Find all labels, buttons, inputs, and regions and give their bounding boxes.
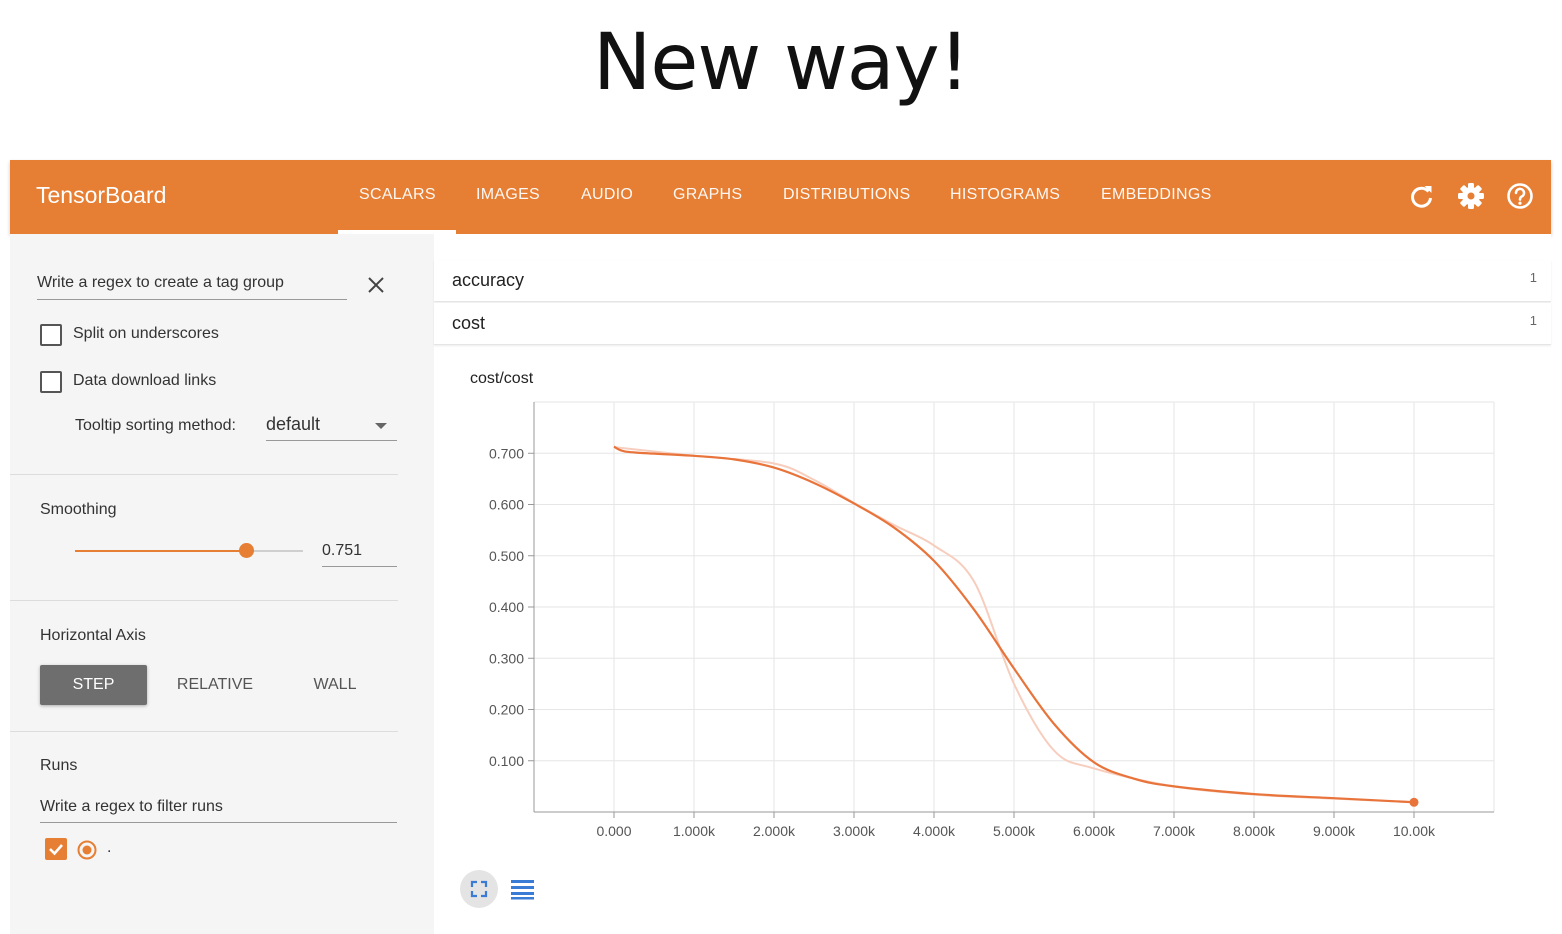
tab-embeddings[interactable]: EMBEDDINGS — [1101, 186, 1212, 204]
divider — [10, 474, 398, 475]
help-circle-icon[interactable] — [1504, 180, 1536, 212]
divider — [10, 731, 398, 732]
run-name: . — [107, 839, 112, 856]
smoothing-slider-fill — [75, 550, 247, 552]
fullscreen-icon — [470, 880, 488, 898]
run-checkbox[interactable] — [45, 838, 67, 860]
smoothing-slider-track[interactable] — [75, 543, 303, 558]
tab-distributions[interactable]: DISTRIBUTIONS — [783, 186, 910, 204]
split-underscores-label: Split on underscores — [73, 325, 219, 342]
close-icon[interactable] — [366, 275, 386, 295]
tag-count: 1 — [1529, 313, 1537, 328]
x-tick-label: 3.000k — [833, 823, 876, 839]
tag-name: accuracy — [452, 270, 525, 290]
x-tick-label: 4.000k — [913, 823, 956, 839]
settings-gear-icon[interactable] — [1455, 180, 1487, 212]
download-links-checkbox[interactable] — [40, 371, 62, 393]
tab-graphs[interactable]: GRAPHS — [673, 186, 742, 204]
download-links-label: Data download links — [73, 372, 217, 389]
tab-images[interactable]: IMAGES — [476, 186, 540, 204]
tag-group-input-underline — [37, 299, 347, 300]
x-tick-label: 1.000k — [673, 823, 716, 839]
tooltip-sorting-label: Tooltip sorting method: — [75, 417, 236, 434]
main-panel: accuracy 1 cost 1 cost/cost 0.000 1.000k 2… — [434, 234, 1551, 934]
y-tick-label: 0.300 — [489, 650, 524, 666]
x-tick-label: 5.000k — [993, 823, 1036, 839]
y-tick-label: 0.700 — [489, 445, 524, 461]
axis-step-button[interactable]: STEP — [40, 665, 147, 705]
brand-title: TensorBoard — [36, 182, 167, 208]
y-tick-label: 0.400 — [489, 599, 524, 615]
tab-histograms[interactable]: HISTOGRAMS — [950, 186, 1060, 204]
data-table-icon[interactable] — [510, 877, 536, 901]
x-tick-label: 10.00k — [1393, 823, 1436, 839]
tooltip-select-underline — [266, 440, 397, 441]
smoothing-value-input[interactable]: 0.751 — [322, 542, 362, 560]
y-tick-label: 0.200 — [489, 702, 524, 718]
refresh-icon[interactable] — [1406, 180, 1438, 212]
divider — [10, 600, 398, 601]
cost-chart[interactable]: 0.000 1.000k 2.000k 3.000k 4.000k 5.000k 6.000… — [434, 384, 1551, 864]
smoothing-input-underline — [322, 566, 397, 567]
chevron-down-icon — [375, 423, 387, 429]
expand-chart-button[interactable] — [460, 870, 498, 908]
sidebar: Write a regex to create a tag group Spli… — [10, 234, 434, 934]
tab-scalars[interactable]: SCALARS — [359, 186, 436, 204]
runs-label: Runs — [40, 757, 78, 774]
tag-count: 1 — [1529, 270, 1537, 285]
axis-relative-button[interactable]: RELATIVE — [160, 665, 270, 705]
horizontal-axis-label: Horizontal Axis — [40, 627, 146, 644]
y-tick-label: 0.600 — [489, 497, 524, 513]
runs-filter-input[interactable]: Write a regex to filter runs — [40, 798, 223, 816]
tag-group-input[interactable]: Write a regex to create a tag group — [37, 274, 284, 292]
smoothing-label: Smoothing — [40, 501, 117, 518]
smoothing-slider-knob[interactable] — [239, 543, 255, 558]
check-icon — [49, 844, 63, 856]
top-toolbar: TensorBoard SCALARS IMAGES AUDIO GRAPHS … — [10, 160, 1551, 234]
tag-name: cost — [452, 313, 486, 333]
run-radio-icon[interactable] — [76, 839, 98, 861]
tab-audio[interactable]: AUDIO — [581, 186, 633, 204]
x-tick-label: 2.000k — [753, 823, 796, 839]
slide-title: New way! — [593, 18, 970, 108]
tag-row-cost[interactable]: cost 1 — [434, 303, 1551, 345]
x-tick-label: 8.000k — [1233, 823, 1276, 839]
tooltip-sorting-select[interactable]: default — [266, 414, 320, 435]
x-tick-label: 6.000k — [1073, 823, 1116, 839]
x-tick-label: 0.000 — [596, 823, 631, 839]
split-underscores-checkbox[interactable] — [40, 324, 62, 346]
axis-wall-button[interactable]: WALL — [285, 665, 385, 705]
y-tick-label: 0.100 — [489, 753, 524, 769]
x-tick-label: 7.000k — [1153, 823, 1196, 839]
series-end-point — [1409, 797, 1419, 807]
x-tick-label: 9.000k — [1313, 823, 1356, 839]
tag-row-accuracy[interactable]: accuracy 1 — [434, 260, 1551, 302]
y-tick-label: 0.500 — [489, 548, 524, 564]
runs-filter-underline — [40, 822, 397, 823]
tensorboard-app: TensorBoard SCALARS IMAGES AUDIO GRAPHS … — [10, 160, 1551, 934]
